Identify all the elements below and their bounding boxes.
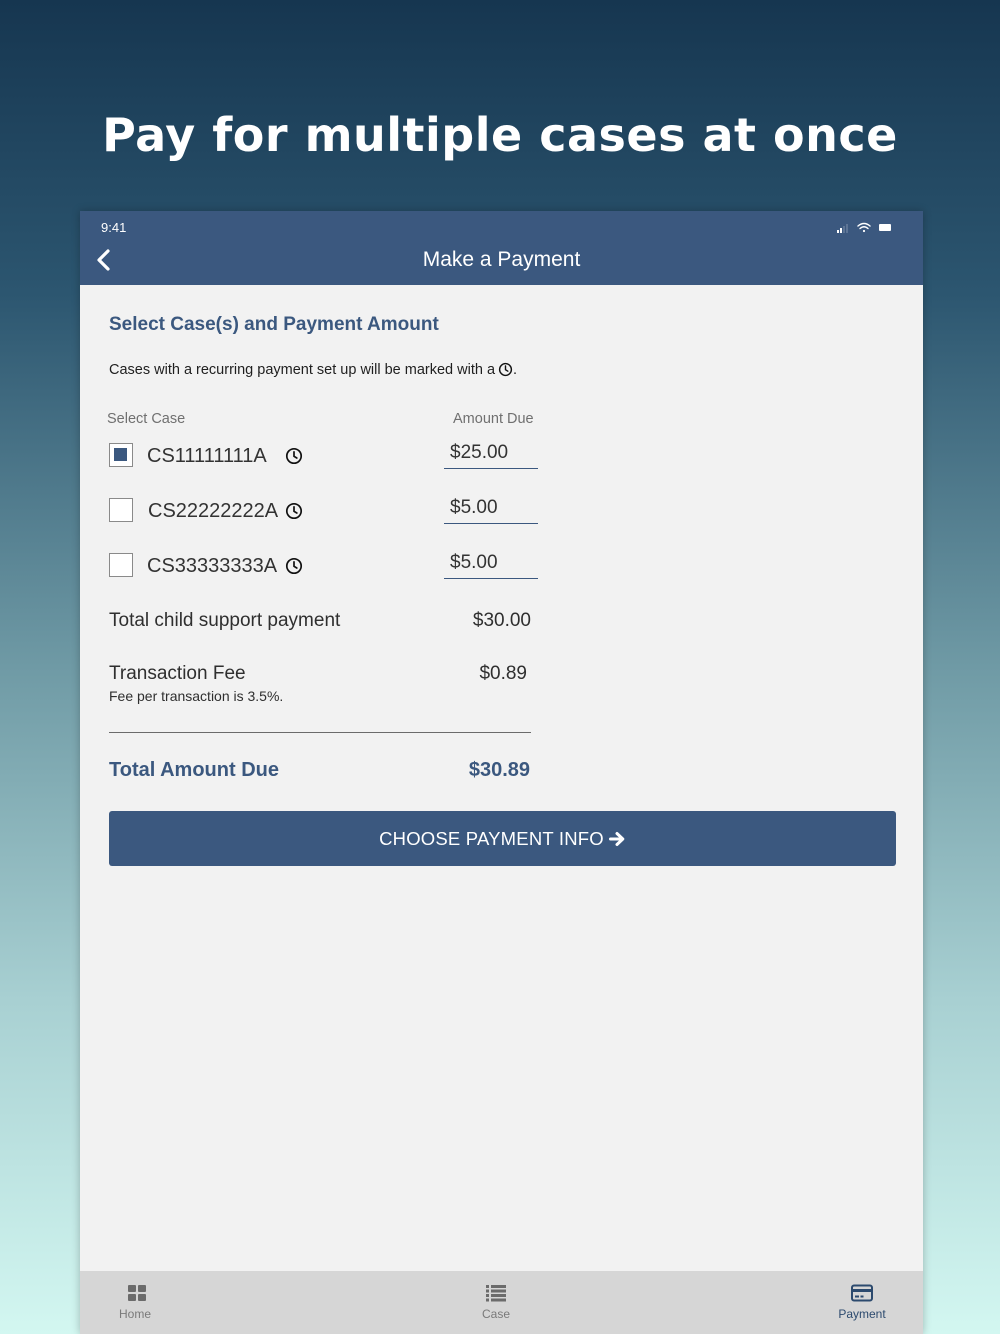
grid-icon xyxy=(128,1285,146,1301)
app-screen: 9:41 Make a Payment Select Case(s) and P… xyxy=(80,211,923,1334)
tab-case[interactable]: Case xyxy=(456,1271,536,1334)
recurring-clock-icon xyxy=(285,557,303,575)
total-child-support-label: Total child support payment xyxy=(109,610,341,631)
credit-card-icon xyxy=(851,1284,873,1302)
fee-note: Fee per transaction is 3.5%. xyxy=(109,688,284,704)
amount-input[interactable]: $5.00 xyxy=(444,495,538,524)
select-case-header: Select Case xyxy=(107,411,186,427)
promo-title: Pay for multiple cases at once xyxy=(102,108,898,162)
recurring-clock-icon xyxy=(285,447,303,465)
list-icon xyxy=(486,1285,506,1302)
arrow-right-icon xyxy=(608,831,625,846)
case-row: CS11111111A $25.00 xyxy=(80,440,923,483)
tab-payment[interactable]: Payment xyxy=(822,1271,902,1334)
checkbox-fill xyxy=(114,448,127,461)
tab-bar: Home Case Payment xyxy=(80,1271,923,1334)
recurring-notice-text: Cases with a recurring payment set up wi… xyxy=(109,362,496,378)
recurring-notice: Cases with a recurring payment set up wi… xyxy=(109,362,517,378)
amount-due-header: Amount Due xyxy=(453,411,534,427)
case-row: CS33333333A $5.00 xyxy=(80,550,923,593)
signal-icon xyxy=(837,224,848,233)
status-icons xyxy=(837,222,891,233)
amount-input[interactable]: $5.00 xyxy=(444,550,538,579)
cta-label: CHOOSE PAYMENT INFO xyxy=(379,827,604,849)
case-checkbox[interactable] xyxy=(109,498,133,522)
transaction-fee-value: $0.89 xyxy=(479,663,527,684)
case-checkbox[interactable] xyxy=(109,553,133,577)
section-title: Select Case(s) and Payment Amount xyxy=(109,314,439,335)
case-checkbox[interactable] xyxy=(109,443,133,467)
divider xyxy=(109,732,531,733)
tab-payment-label: Payment xyxy=(838,1307,886,1321)
status-time: 9:41 xyxy=(101,220,127,235)
total-due-value: $30.89 xyxy=(468,759,530,781)
recurring-notice-end: . xyxy=(513,362,518,378)
case-row: CS22222222A $5.00 xyxy=(80,495,923,538)
case-id: CS11111111A xyxy=(147,445,267,467)
recurring-clock-icon xyxy=(285,502,303,520)
battery-icon xyxy=(879,224,891,231)
amount-input[interactable]: $25.00 xyxy=(444,440,538,469)
total-child-support-value: $30.00 xyxy=(472,610,531,631)
tab-home[interactable]: Home xyxy=(95,1271,175,1334)
page-title: Make a Payment xyxy=(422,248,581,271)
nav-bar: 9:41 Make a Payment xyxy=(80,211,923,285)
tab-home-label: Home xyxy=(118,1307,151,1321)
case-id: CS22222222A xyxy=(148,500,279,522)
case-id: CS33333333A xyxy=(147,555,278,577)
tab-case-label: Case xyxy=(481,1307,510,1321)
clock-icon xyxy=(498,362,513,377)
transaction-fee-label: Transaction Fee xyxy=(109,663,246,684)
wifi-icon xyxy=(857,222,871,233)
choose-payment-info-button[interactable]: CHOOSE PAYMENT INFO xyxy=(109,811,896,866)
total-due-label: Total Amount Due xyxy=(109,759,279,781)
